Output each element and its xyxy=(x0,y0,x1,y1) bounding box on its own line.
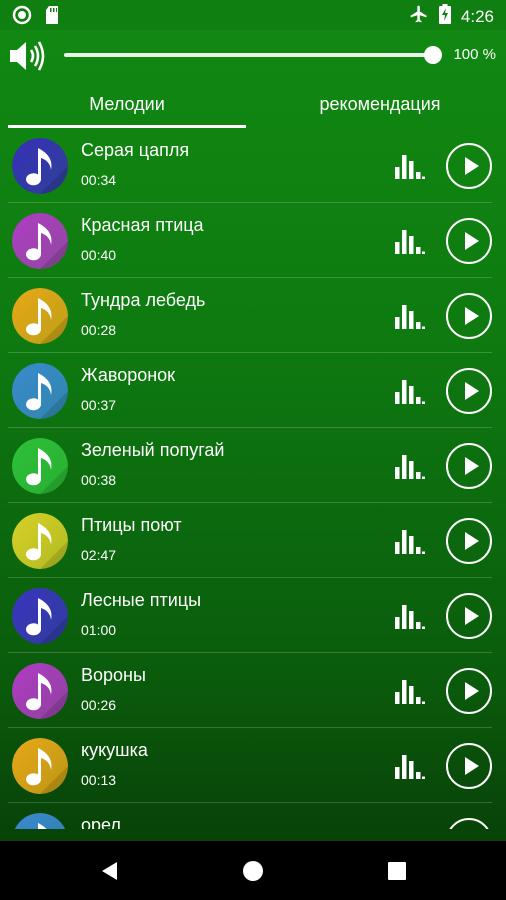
track-row[interactable]: Жаворонок 00:37 xyxy=(8,353,492,428)
equalizer-icon xyxy=(395,680,425,704)
navigation-bar xyxy=(0,841,506,900)
track-title: Зеленый попугай xyxy=(81,440,225,460)
equalizer-icon xyxy=(395,155,425,179)
play-icon xyxy=(465,757,479,775)
music-note-icon xyxy=(12,513,68,569)
play-button[interactable] xyxy=(446,368,492,414)
equalizer-icon xyxy=(395,380,425,404)
track-row[interactable]: орел xyxy=(8,803,492,829)
track-title: орел xyxy=(81,815,121,829)
airplane-mode-icon xyxy=(409,4,429,29)
track-duration: 02:47 xyxy=(81,547,117,563)
play-button[interactable] xyxy=(446,293,492,339)
tab-recommendation[interactable]: рекомендация xyxy=(262,82,498,128)
track-row[interactable]: Красная птица 00:40 xyxy=(8,203,492,278)
track-duration: 00:40 xyxy=(81,247,117,263)
track-title: Жаворонок xyxy=(81,365,176,385)
music-note-icon xyxy=(12,363,68,419)
play-icon xyxy=(465,307,479,325)
track-list[interactable]: Серая цапля 00:34 Красная птица 00:40 Тундра… xyxy=(0,128,506,829)
recents-icon[interactable] xyxy=(385,859,409,883)
track-title: Красная птица xyxy=(81,215,204,235)
track-title: Серая цапля xyxy=(81,140,190,160)
music-note-icon xyxy=(12,663,68,719)
track-row[interactable]: Тундра лебедь 00:28 xyxy=(8,278,492,353)
track-title: Лесные птицы xyxy=(81,590,202,610)
play-button[interactable] xyxy=(446,668,492,714)
volume-percent: 100 % xyxy=(453,46,496,63)
track-duration: 00:38 xyxy=(81,472,117,488)
equalizer-icon xyxy=(395,305,425,329)
track-row[interactable]: Вороны 00:26 xyxy=(8,653,492,728)
play-button[interactable] xyxy=(446,593,492,639)
play-button[interactable] xyxy=(446,818,492,829)
music-note-icon xyxy=(12,288,68,344)
track-title: Птицы поют xyxy=(81,515,182,535)
back-icon[interactable] xyxy=(98,859,122,883)
volume-slider-track[interactable] xyxy=(64,53,434,57)
equalizer-icon xyxy=(395,605,425,629)
play-icon xyxy=(465,532,479,550)
equalizer-icon xyxy=(395,530,425,554)
track-duration: 00:37 xyxy=(81,397,117,413)
track-title: Вороны xyxy=(81,665,146,685)
clock-time: 4:26 xyxy=(460,6,494,26)
track-row[interactable]: Птицы поют 02:47 xyxy=(8,503,492,578)
track-duration: 00:28 xyxy=(81,322,117,338)
music-note-icon xyxy=(12,813,68,829)
battery-charging-icon xyxy=(438,4,451,29)
music-note-icon xyxy=(12,138,68,194)
music-note-icon xyxy=(12,438,68,494)
track-duration: 00:34 xyxy=(81,172,117,188)
play-icon xyxy=(465,232,479,250)
track-row[interactable]: Серая цапля 00:34 xyxy=(8,128,492,203)
play-button[interactable] xyxy=(446,518,492,564)
play-icon xyxy=(465,382,479,400)
play-icon xyxy=(465,607,479,625)
track-row[interactable]: Зеленый попугай 00:38 xyxy=(8,428,492,503)
app-screen: 4:26 100 % Мелодии рекомендация Серая ца… xyxy=(0,0,506,841)
music-note-icon xyxy=(12,213,68,269)
equalizer-icon xyxy=(395,455,425,479)
music-note-icon xyxy=(12,588,68,644)
track-duration: 00:26 xyxy=(81,697,117,713)
play-icon xyxy=(465,682,479,700)
track-row[interactable]: Лесные птицы 01:00 xyxy=(8,578,492,653)
sd-card-icon xyxy=(44,5,60,30)
speaker-volume-icon[interactable] xyxy=(8,39,46,73)
play-button[interactable] xyxy=(446,443,492,489)
equalizer-icon xyxy=(395,230,425,254)
play-button[interactable] xyxy=(446,143,492,189)
volume-slider-thumb[interactable] xyxy=(424,46,442,64)
track-duration: 00:13 xyxy=(81,772,117,788)
equalizer-icon xyxy=(395,755,425,779)
play-icon xyxy=(465,157,479,175)
circle-notification-icon xyxy=(12,5,32,30)
track-title: Тундра лебедь xyxy=(81,290,206,310)
music-note-icon xyxy=(12,738,68,794)
play-icon xyxy=(465,457,479,475)
home-icon[interactable] xyxy=(241,859,265,883)
play-button[interactable] xyxy=(446,743,492,789)
tab-bar: Мелодии рекомендация xyxy=(0,82,506,128)
tab-melodies[interactable]: Мелодии xyxy=(8,82,246,128)
status-bar: 4:26 xyxy=(0,0,506,30)
track-row[interactable]: кукушка 00:13 xyxy=(8,728,492,803)
volume-bar: 100 % xyxy=(0,30,506,82)
play-button[interactable] xyxy=(446,218,492,264)
track-duration: 01:00 xyxy=(81,622,117,638)
track-title: кукушка xyxy=(81,740,148,760)
